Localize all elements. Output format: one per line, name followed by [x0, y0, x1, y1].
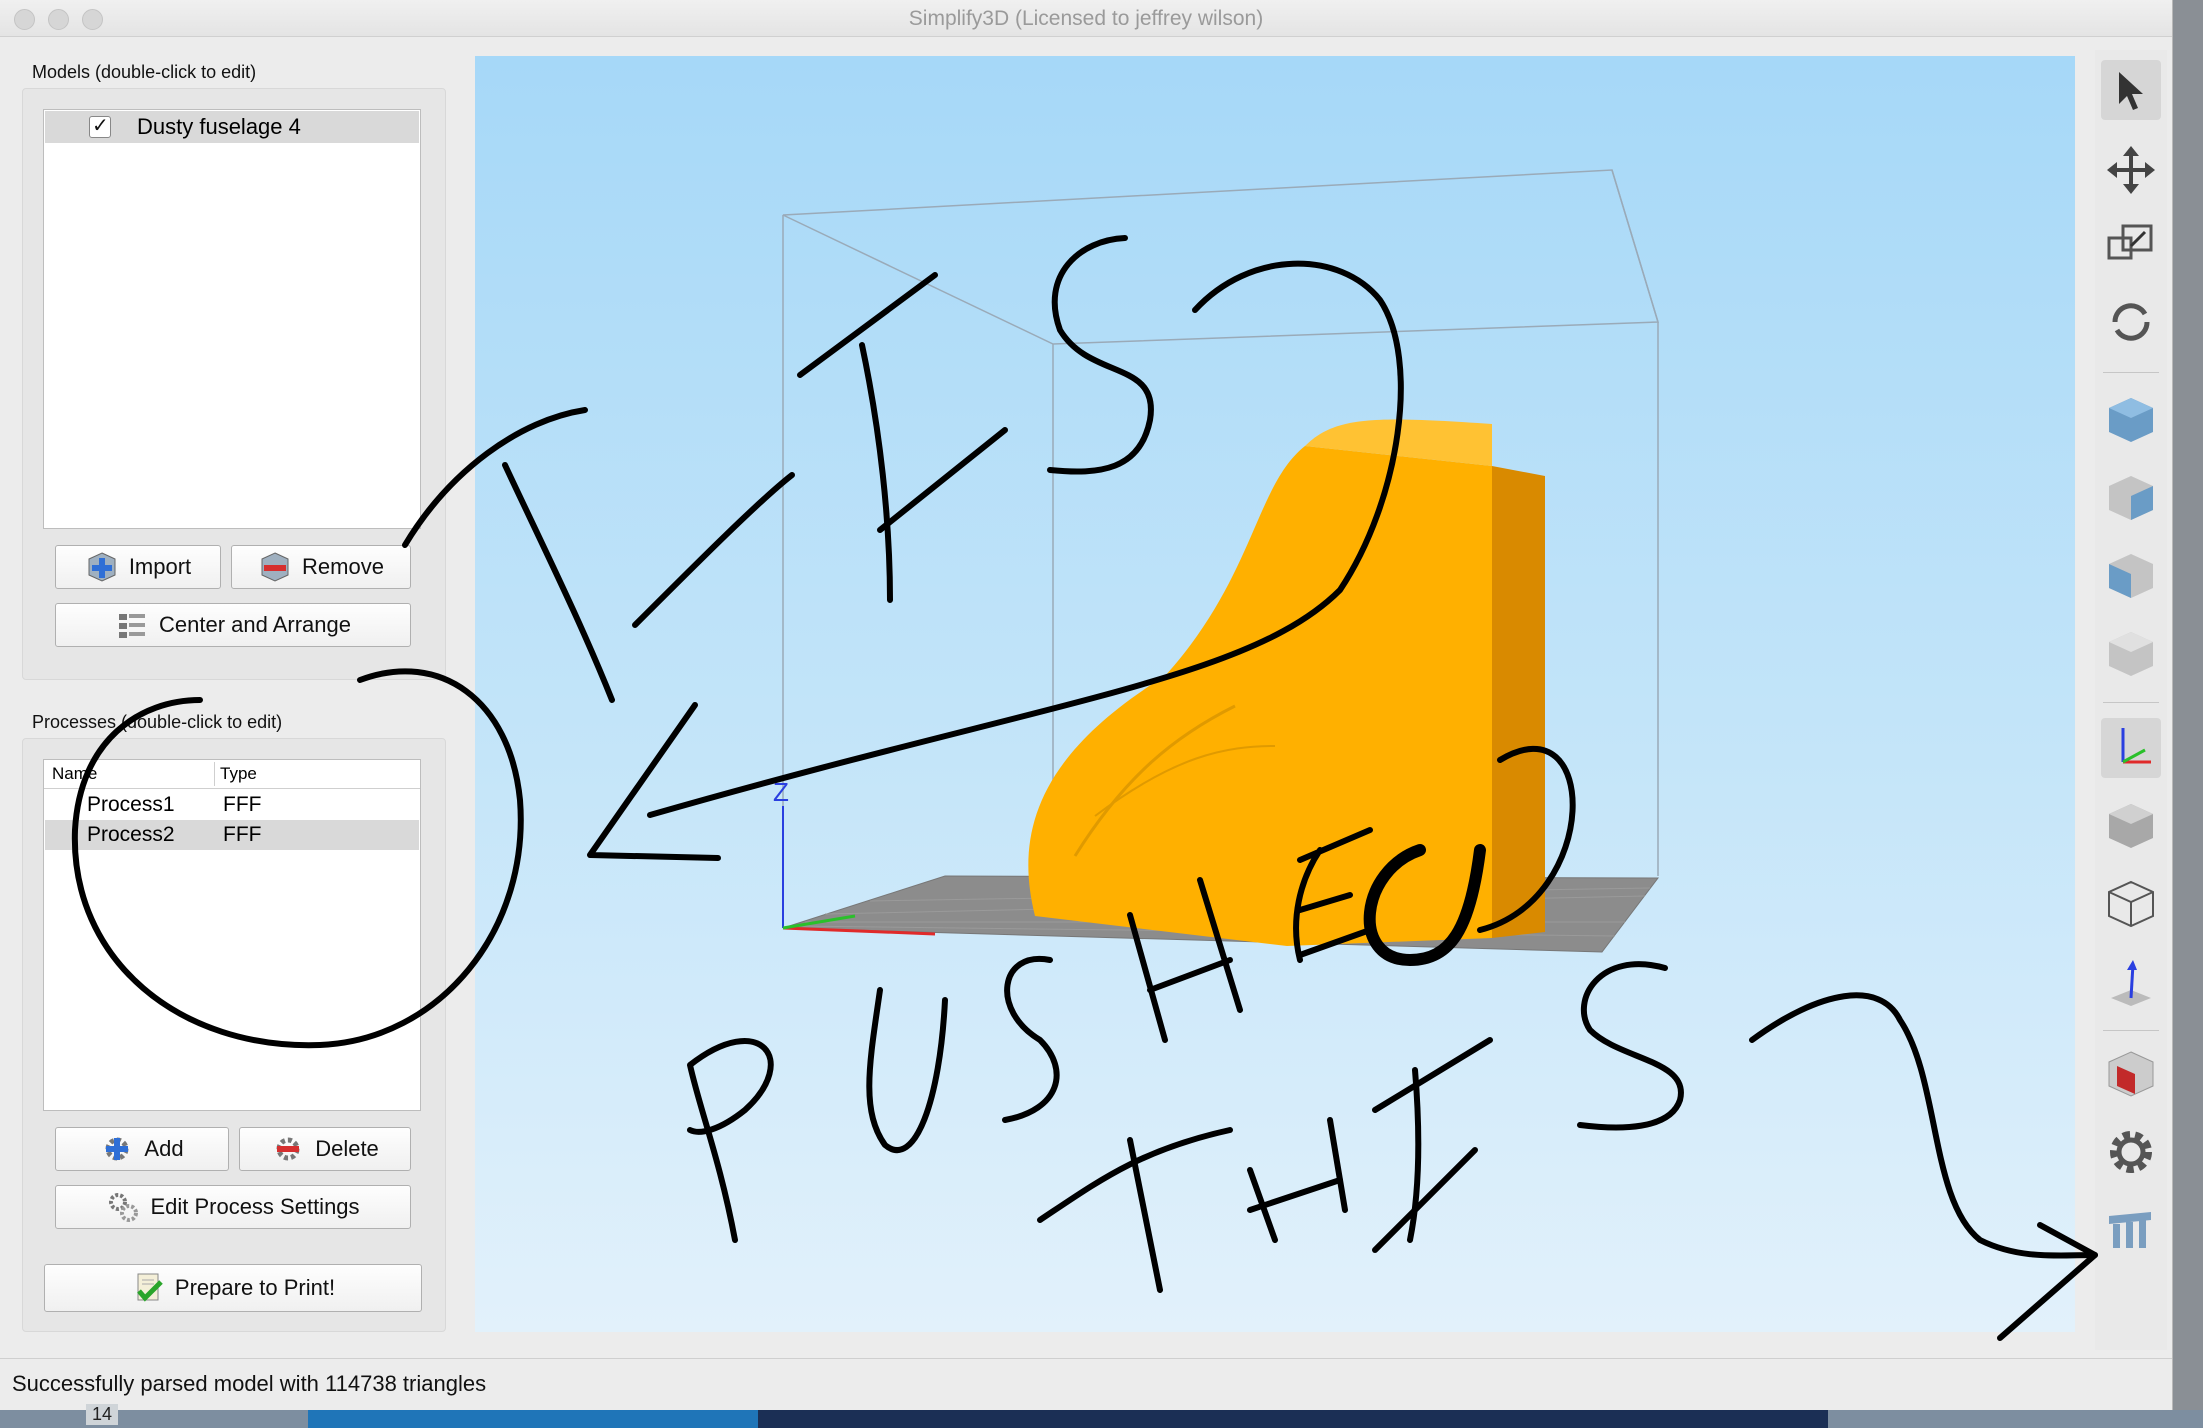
delete-process-button[interactable]: Delete — [239, 1127, 411, 1171]
window-title: Simplify3D (Licensed to jeffrey wilson) — [908, 7, 1264, 30]
dock-badge: 14 — [86, 1404, 119, 1425]
process-name: Process2 — [87, 823, 175, 846]
solid-view-icon[interactable] — [2101, 796, 2161, 856]
arrange-icon — [118, 614, 145, 638]
delete-label: Delete — [315, 1136, 379, 1161]
move-icon[interactable] — [2101, 140, 2161, 200]
3d-viewport[interactable]: Z — [475, 56, 2075, 1332]
remove-button[interactable]: Remove — [231, 545, 411, 589]
delete-gear-icon — [276, 1137, 300, 1161]
column-header-name[interactable]: Name — [52, 764, 97, 784]
status-message: Successfully parsed model with 114738 tr… — [12, 1371, 487, 1396]
process-type: FFF — [223, 793, 262, 816]
view-cube-side-icon[interactable] — [2101, 546, 2161, 606]
prepare-to-print-button[interactable]: Prepare to Print! — [44, 1264, 422, 1312]
cross-section-icon[interactable] — [2101, 1044, 2161, 1104]
status-bar: Successfully parsed model with 114738 tr… — [0, 1358, 2172, 1409]
center-and-arrange-button[interactable]: Center and Arrange — [55, 603, 411, 647]
models-label: Models (double-click to edit) — [32, 62, 257, 82]
rotate-icon[interactable] — [2101, 292, 2161, 352]
axes-icon[interactable] — [2101, 718, 2161, 778]
add-process-button[interactable]: Add — [55, 1127, 229, 1171]
model-item[interactable]: Dusty fuselage 4 — [45, 111, 419, 143]
support-icon[interactable] — [2101, 1198, 2161, 1258]
scale-icon[interactable] — [2101, 216, 2161, 276]
models-panel: Dusty fuselage 4 Import Remove Center an — [22, 88, 446, 680]
processes-panel: Name Type Process1 FFF Process2 FFF Add — [22, 738, 446, 1332]
remove-label: Remove — [302, 554, 384, 579]
view-toolbar — [2095, 50, 2167, 1350]
model-name: Dusty fuselage 4 — [137, 114, 301, 139]
remove-cube-icon — [261, 552, 289, 582]
normal-arrow-icon[interactable] — [2101, 952, 2161, 1012]
process-name: Process1 — [87, 793, 175, 816]
edit-process-settings-button[interactable]: Edit Process Settings — [55, 1185, 411, 1229]
model-visible-checkbox[interactable] — [89, 113, 111, 138]
add-gear-icon — [105, 1137, 129, 1161]
import-label: Import — [128, 554, 192, 579]
column-header-type[interactable]: Type — [220, 764, 257, 784]
app-window: Simplify3D (Licensed to jeffrey wilson) … — [0, 0, 2173, 1410]
table-row[interactable]: Process1 FFF — [45, 790, 419, 820]
title-bar: Simplify3D (Licensed to jeffrey wilson) — [0, 0, 2172, 37]
settings-gear-icon[interactable] — [2101, 1122, 2161, 1182]
center-and-arrange-label: Center and Arrange — [158, 612, 352, 637]
import-button[interactable]: Import — [55, 545, 221, 589]
models-list[interactable]: Dusty fuselage 4 — [43, 109, 421, 529]
build-volume-scene: Z — [773, 169, 1660, 953]
processes-table-header: Name Type — [44, 760, 420, 789]
process-type: FFF — [223, 823, 262, 846]
processes-table[interactable]: Name Type Process1 FFF Process2 FFF — [43, 759, 421, 1111]
processes-label: Processes (double-click to edit) — [32, 712, 283, 732]
wireframe-icon[interactable] — [2101, 874, 2161, 934]
view-cube-top-icon[interactable] — [2101, 624, 2161, 684]
add-label: Add — [144, 1136, 184, 1161]
z-axis-label: Z — [773, 777, 789, 807]
desktop-background — [0, 1410, 2203, 1428]
edit-process-settings-label: Edit Process Settings — [150, 1194, 360, 1219]
import-cube-icon — [88, 552, 116, 582]
document-check-icon — [137, 1273, 163, 1302]
fuselage-model — [1028, 446, 1492, 946]
view-cube-front-icon[interactable] — [2101, 468, 2161, 528]
select-arrow-icon[interactable] — [2101, 60, 2161, 120]
prepare-to-print-label: Prepare to Print! — [174, 1275, 336, 1300]
view-cube-default-icon[interactable] — [2101, 390, 2161, 450]
table-row[interactable]: Process2 FFF — [45, 820, 419, 850]
gears-icon — [109, 1193, 139, 1222]
